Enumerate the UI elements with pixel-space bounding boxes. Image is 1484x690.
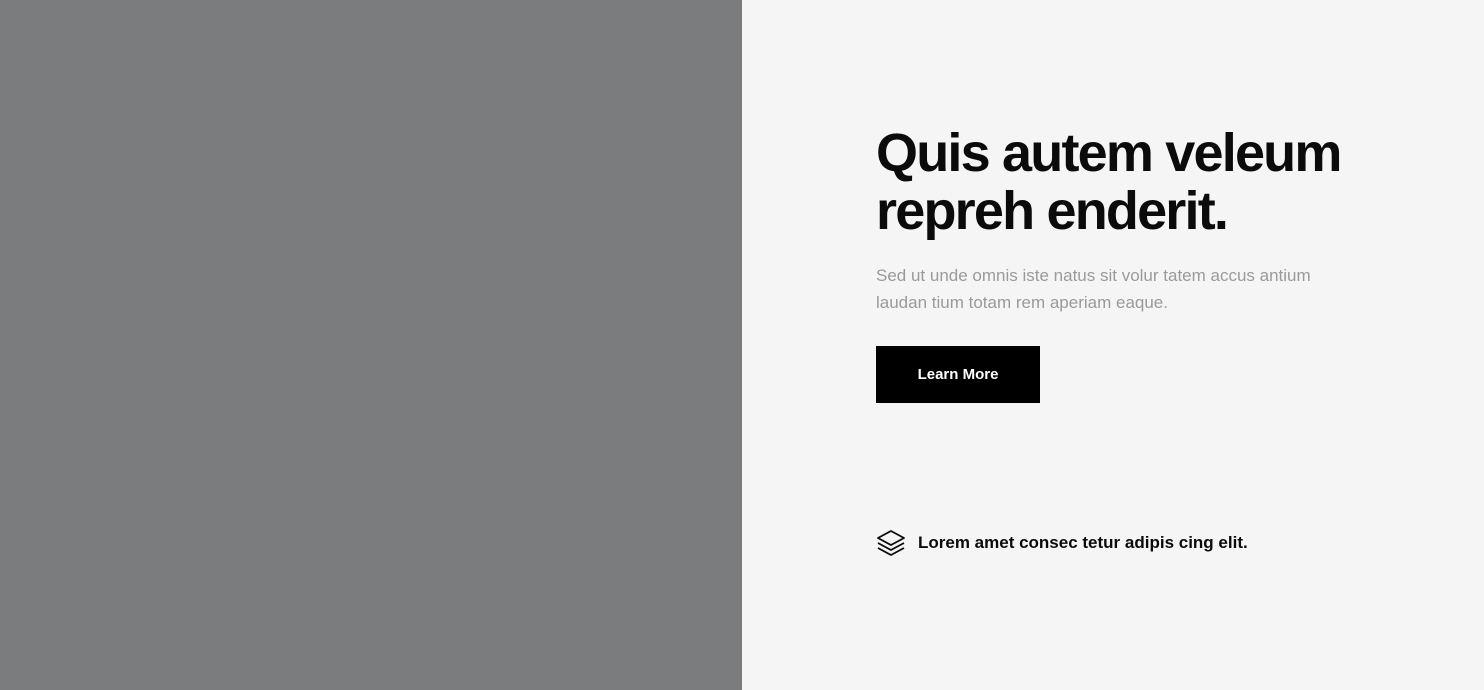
learn-more-button[interactable]: Learn More bbox=[876, 346, 1040, 403]
feature-item: Lorem amet consec tetur adipis cing elit… bbox=[876, 528, 1248, 558]
layers-icon bbox=[876, 528, 906, 558]
feature-text: Lorem amet consec tetur adipis cing elit… bbox=[918, 533, 1248, 552]
hero-content: Quis autem veleum repreh enderit. Sed ut… bbox=[876, 124, 1356, 403]
hero-headline: Quis autem veleum repreh enderit. bbox=[876, 123, 1342, 241]
hero-description: Sed ut unde omnis iste natus sit volur t… bbox=[876, 266, 1311, 312]
page: Quis autem veleum repreh enderit. Sed ut… bbox=[0, 0, 1484, 690]
content-panel: Quis autem veleum repreh enderit. Sed ut… bbox=[742, 0, 1484, 690]
image-placeholder bbox=[0, 0, 742, 690]
